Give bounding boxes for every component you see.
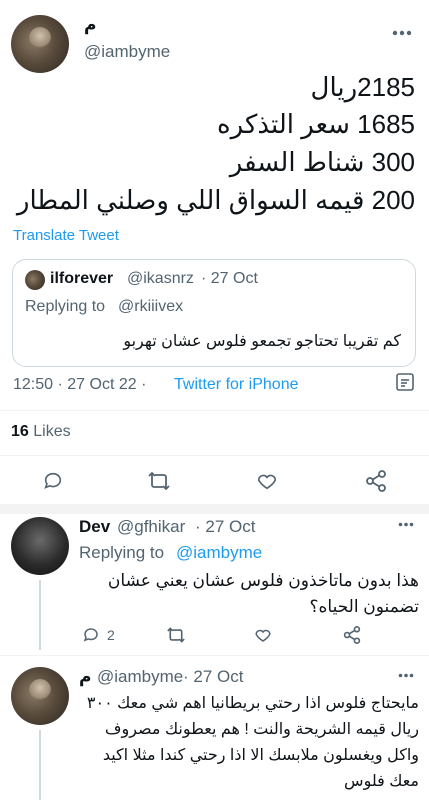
- reply-author-handle[interactable]: @gfhikar: [117, 517, 185, 537]
- author-name[interactable]: م: [84, 15, 96, 35]
- reply-text-line: معك فلوس: [344, 773, 419, 790]
- more-icon[interactable]: [398, 673, 414, 678]
- tweet-text-line: 200 قيمه السواق اللي وصلني المطار: [16, 185, 415, 215]
- reply-author-handle[interactable]: @iambyme: [97, 667, 183, 687]
- heart-icon[interactable]: [256, 470, 278, 492]
- reply-text-line: مايحتاج فلوس اذا رحتي بريطانيا اهم شي مع…: [86, 695, 419, 712]
- likes-number: 16: [11, 423, 29, 440]
- tweet-text-line: 300 شناط السفر: [229, 147, 415, 177]
- quoted-date: · 27 Oct: [201, 270, 258, 287]
- divider: [0, 455, 429, 456]
- reply-author-name[interactable]: Dev: [79, 517, 110, 537]
- retweet-icon[interactable]: [166, 626, 186, 644]
- reply-icon[interactable]: [42, 470, 64, 492]
- quoted-replying-handle: @rkiiivex: [118, 298, 184, 315]
- quoted-author-handle: @ikasnrz: [127, 270, 194, 287]
- tweet-source[interactable]: Twitter for iPhone: [174, 376, 299, 394]
- reply-text-line: واكل ويغسلون ملابسك الا اذا رحتي كندا مث…: [102, 747, 419, 764]
- analytics-icon[interactable]: [394, 371, 416, 393]
- reply-avatar[interactable]: [11, 667, 69, 725]
- likes-count[interactable]: 16 Likes: [11, 423, 71, 441]
- avatar[interactable]: [11, 15, 69, 73]
- more-icon[interactable]: [392, 30, 412, 36]
- thread-line: [39, 580, 41, 650]
- reply-icon[interactable]: [82, 626, 100, 644]
- reply-author-name[interactable]: م: [79, 667, 91, 687]
- reply-avatar[interactable]: [11, 517, 69, 575]
- tweet-text-line: 1685 سعر التذكره: [217, 109, 415, 139]
- quoted-replying-label: Replying to: [25, 298, 106, 315]
- retweet-icon[interactable]: [147, 470, 171, 492]
- thread-line: [39, 730, 41, 800]
- reply-count: 2: [107, 627, 115, 643]
- divider: [0, 655, 429, 656]
- tweet-timestamp[interactable]: 12:50 · 27 Oct 22 ·: [13, 376, 146, 394]
- heart-icon[interactable]: [254, 626, 272, 644]
- divider: [0, 410, 429, 411]
- reply-text-line: تضمنون الحياه؟: [309, 597, 419, 616]
- section-divider: [0, 504, 429, 514]
- reply-date[interactable]: · 27 Oct: [183, 667, 243, 687]
- share-icon[interactable]: [343, 625, 361, 645]
- quoted-author-name: ilforever: [50, 270, 114, 287]
- more-icon[interactable]: [398, 522, 414, 527]
- author-handle[interactable]: @iambyme: [84, 42, 170, 62]
- translate-tweet-link[interactable]: Translate Tweet: [13, 227, 119, 244]
- reply-text-line: ريال قيمه الشريحة والنت ! هم يعطونك مصرو…: [104, 721, 419, 738]
- reply-replying-label: Replying to: [79, 543, 165, 562]
- quoted-text: كم تقريبا تحتاجو تجمعو فلوس عشان تهربو: [123, 333, 401, 350]
- likes-label: Likes: [33, 423, 71, 440]
- tweet-text-line: 2185ريال: [310, 72, 415, 102]
- reply-replying-handle[interactable]: @iambyme: [176, 543, 262, 563]
- reply-date[interactable]: · 27 Oct: [195, 517, 255, 537]
- quoted-avatar: [25, 270, 45, 290]
- share-icon[interactable]: [365, 469, 387, 493]
- reply-text-line: هذا بدون ماتاخذون فلوس عشان يعني عشان: [107, 571, 419, 590]
